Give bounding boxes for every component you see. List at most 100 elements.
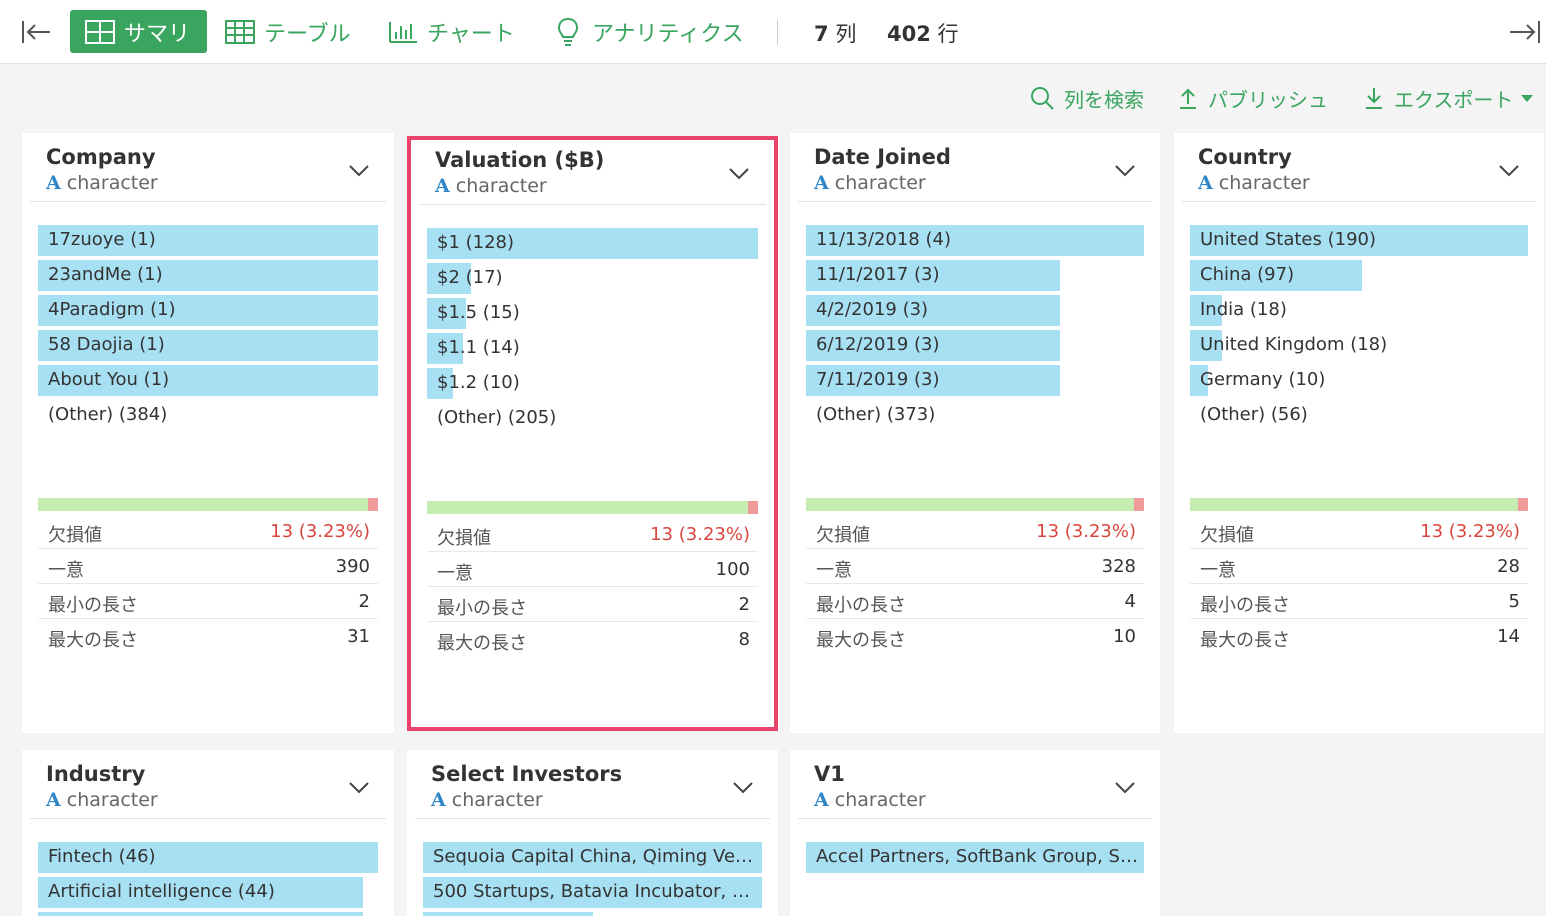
frequency-row[interactable]: (Other) (56)	[1190, 400, 1528, 435]
stat-label: 欠損値	[816, 525, 870, 546]
tab-table[interactable]: テーブル	[224, 10, 351, 53]
stat-label: 一意	[1200, 560, 1236, 581]
stat-value: 28	[1497, 556, 1520, 577]
stat-row-max-len: 最大の長さ 10	[806, 619, 1144, 654]
column-card[interactable]: V1 Acharacter Accel Partners, SoftBank Gro…	[790, 750, 1160, 916]
stats-table: 欠損値 13 (3.23%) 一意 100 最小の長さ 2 最大の長さ 8	[427, 517, 758, 657]
frequency-label: (Other) (205)	[437, 407, 557, 428]
frequency-row[interactable]: $1.1 (14)	[427, 333, 758, 368]
chevron-down-icon[interactable]	[732, 780, 754, 794]
stat-row-unique: 一意 100	[427, 552, 758, 587]
tab-table-label: テーブル	[264, 21, 351, 47]
frequency-row[interactable]: China (97)	[1190, 260, 1528, 295]
row-count-value: 402	[887, 22, 931, 46]
column-count-unit: 列	[835, 22, 857, 46]
caret-down-icon[interactable]	[1521, 94, 1534, 102]
frequency-row[interactable]: 17zuoye (1)	[38, 225, 378, 260]
frequency-label: $1.5 (15)	[437, 302, 520, 323]
column-type: Acharacter	[814, 172, 1136, 194]
frequency-row[interactable]: (Other) (373)	[806, 400, 1144, 435]
column-type: Acharacter	[46, 172, 370, 194]
tab-summary[interactable]: サマリ	[70, 10, 207, 53]
frequency-row[interactable]: About You (1)	[38, 365, 378, 400]
frequency-row[interactable]: 58 Daojia (1)	[38, 330, 378, 365]
stat-value: 13 (3.23%)	[270, 521, 370, 542]
card-header: Company Acharacter	[46, 145, 370, 203]
stat-value: 2	[738, 594, 750, 615]
column-card[interactable]: Country Acharacter United States (190) Chin…	[1174, 133, 1544, 733]
stat-value: 2	[358, 591, 370, 612]
tab-chart[interactable]: チャート	[387, 10, 515, 53]
frequency-label: 11/13/2018 (4)	[816, 229, 951, 250]
stat-label: 欠損値	[1200, 525, 1254, 546]
frequency-row[interactable]	[38, 912, 378, 916]
chevron-down-icon[interactable]	[728, 166, 750, 180]
character-type-icon: A	[431, 789, 446, 811]
frequency-label: 4Paradigm (1)	[48, 299, 176, 320]
frequency-bars: Fintech (46) Artificial intelligence (44)	[38, 842, 378, 916]
frequency-row[interactable]: 11/13/2018 (4)	[806, 225, 1144, 260]
frequency-row[interactable]: Accel Partners, SoftBank Group, Sequoia …	[806, 842, 1144, 877]
chevron-down-icon[interactable]	[348, 163, 370, 177]
character-type-icon: A	[435, 175, 450, 197]
frequency-row[interactable]: 7/11/2019 (3)	[806, 365, 1144, 400]
stat-value: 100	[715, 559, 750, 580]
missing-portion	[1134, 498, 1144, 511]
frequency-row[interactable]: United States (190)	[1190, 225, 1528, 260]
frequency-row[interactable]: United Kingdom (18)	[1190, 330, 1528, 365]
column-card[interactable]: Select Investors Acharacter Sequoia Capita…	[407, 750, 778, 916]
frequency-row[interactable]: $2 (17)	[427, 263, 758, 298]
frequency-row[interactable]: 23andMe (1)	[38, 260, 378, 295]
frequency-row[interactable]: Fintech (46)	[38, 842, 378, 877]
frequency-row[interactable]: 11/1/2017 (3)	[806, 260, 1144, 295]
card-header: Select Investors Acharacter	[431, 762, 754, 820]
collapse-left-icon[interactable]	[20, 18, 52, 46]
frequency-row[interactable]: Germany (10)	[1190, 365, 1528, 400]
frequency-label: $1 (128)	[437, 232, 515, 253]
frequency-row[interactable]: (Other) (384)	[38, 400, 378, 435]
frequency-label: Sequoia Capital China, Qiming Venture Pa…	[433, 846, 758, 867]
frequency-row[interactable]: Sequoia Capital China, Qiming Venture Pa…	[423, 842, 762, 877]
stat-row-max-len: 最大の長さ 8	[427, 622, 758, 657]
frequency-row[interactable]: $1 (128)	[427, 228, 758, 263]
stats-table: 欠損値 13 (3.23%) 一意 328 最小の長さ 4 最大の長さ 10	[806, 514, 1144, 654]
frequency-row[interactable]: (Other) (205)	[427, 403, 758, 438]
column-card[interactable]: Date Joined Acharacter 11/13/2018 (4) 11/1/…	[790, 133, 1160, 733]
card-header: Date Joined Acharacter	[814, 145, 1136, 203]
frequency-row[interactable]: 4/2/2019 (3)	[806, 295, 1144, 330]
chevron-down-icon[interactable]	[1114, 780, 1136, 794]
frequency-label: $1.1 (14)	[437, 337, 520, 358]
frequency-label: (Other) (56)	[1200, 404, 1308, 425]
column-card[interactable]: Valuation ($B) Acharacter $1 (128) $2 (17) $…	[407, 136, 778, 731]
chevron-down-icon[interactable]	[1498, 163, 1520, 177]
column-card[interactable]: Industry Acharacter Fintech (46) Artificial…	[22, 750, 394, 916]
publish-button[interactable]: パブリッシュ	[1178, 84, 1328, 112]
frequency-row[interactable]: 500 Startups, Batavia Incubator, Emtek G…	[423, 877, 762, 912]
export-button[interactable]: エクスポート	[1364, 84, 1534, 112]
frequency-row[interactable]	[423, 912, 762, 916]
frequency-label: Fintech (46)	[48, 846, 156, 867]
frequency-row[interactable]: 4Paradigm (1)	[38, 295, 378, 330]
frequency-row[interactable]: India (18)	[1190, 295, 1528, 330]
card-header: Valuation ($B) Acharacter	[435, 148, 750, 206]
frequency-label: 58 Daojia (1)	[48, 334, 165, 355]
collapse-right-icon[interactable]	[1508, 18, 1542, 46]
search-columns-button[interactable]: 列を検索	[1030, 84, 1144, 112]
stat-row-max-len: 最大の長さ 31	[38, 619, 378, 654]
tab-analytics[interactable]: アナリティクス	[552, 10, 744, 53]
search-columns-label: 列を検索	[1064, 87, 1144, 112]
stat-label: 最小の長さ	[816, 595, 906, 616]
frequency-row[interactable]: Artificial intelligence (44)	[38, 877, 378, 912]
stat-value: 390	[335, 556, 370, 577]
frequency-row[interactable]: $1.5 (15)	[427, 298, 758, 333]
frequency-row[interactable]: $1.2 (10)	[427, 368, 758, 403]
frequency-label: $1.2 (10)	[437, 372, 520, 393]
chevron-down-icon[interactable]	[1114, 163, 1136, 177]
frequency-row[interactable]: 6/12/2019 (3)	[806, 330, 1144, 365]
frequency-label: About You (1)	[48, 369, 170, 390]
stat-label: 一意	[48, 560, 84, 581]
stat-row-max-len: 最大の長さ 14	[1190, 619, 1528, 654]
chevron-down-icon[interactable]	[348, 780, 370, 794]
column-card[interactable]: Company Acharacter 17zuoye (1) 23andMe (1) 4…	[22, 133, 394, 733]
missing-portion	[1518, 498, 1528, 511]
